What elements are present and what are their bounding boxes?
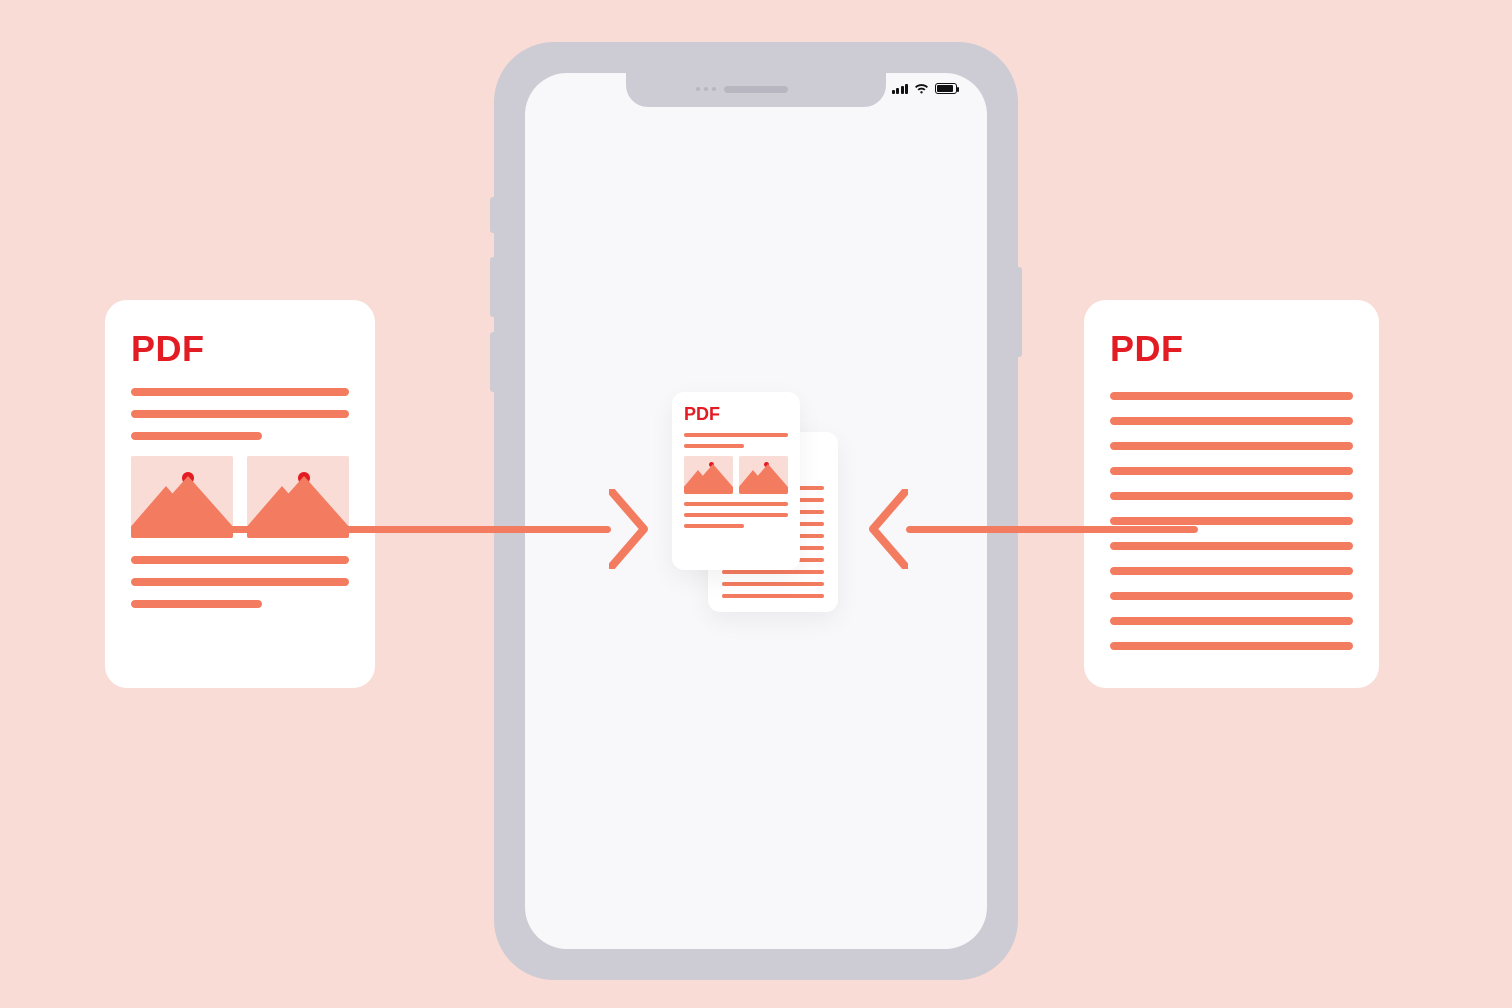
phone-sensor-dots bbox=[696, 87, 716, 91]
pdf-card-front: PDF bbox=[672, 392, 800, 570]
arrow-left-icon bbox=[229, 489, 649, 569]
battery-icon bbox=[935, 83, 957, 94]
phone-side-button bbox=[1018, 267, 1022, 357]
image-thumb-icon bbox=[739, 456, 788, 494]
pdf-title: PDF bbox=[131, 328, 349, 370]
merged-pdf-stack: PDF bbox=[672, 392, 842, 632]
image-thumb-icon bbox=[684, 456, 733, 494]
phone-side-button bbox=[490, 332, 494, 392]
phone-speaker bbox=[724, 86, 788, 93]
image-row bbox=[684, 456, 788, 494]
wifi-icon bbox=[914, 83, 929, 94]
doc-text-lines bbox=[131, 388, 349, 440]
image-thumb-icon bbox=[131, 456, 233, 538]
phone-notch bbox=[626, 73, 886, 107]
arrow-right-icon bbox=[868, 489, 1198, 569]
status-bar bbox=[892, 83, 958, 94]
doc-text-lines bbox=[684, 502, 788, 528]
pdf-title: PDF bbox=[1110, 328, 1353, 370]
pdf-title: PDF bbox=[684, 404, 788, 425]
signal-icon bbox=[892, 84, 909, 94]
phone-side-button bbox=[490, 257, 494, 317]
doc-text-lines bbox=[684, 433, 788, 448]
phone-side-button bbox=[490, 197, 494, 233]
